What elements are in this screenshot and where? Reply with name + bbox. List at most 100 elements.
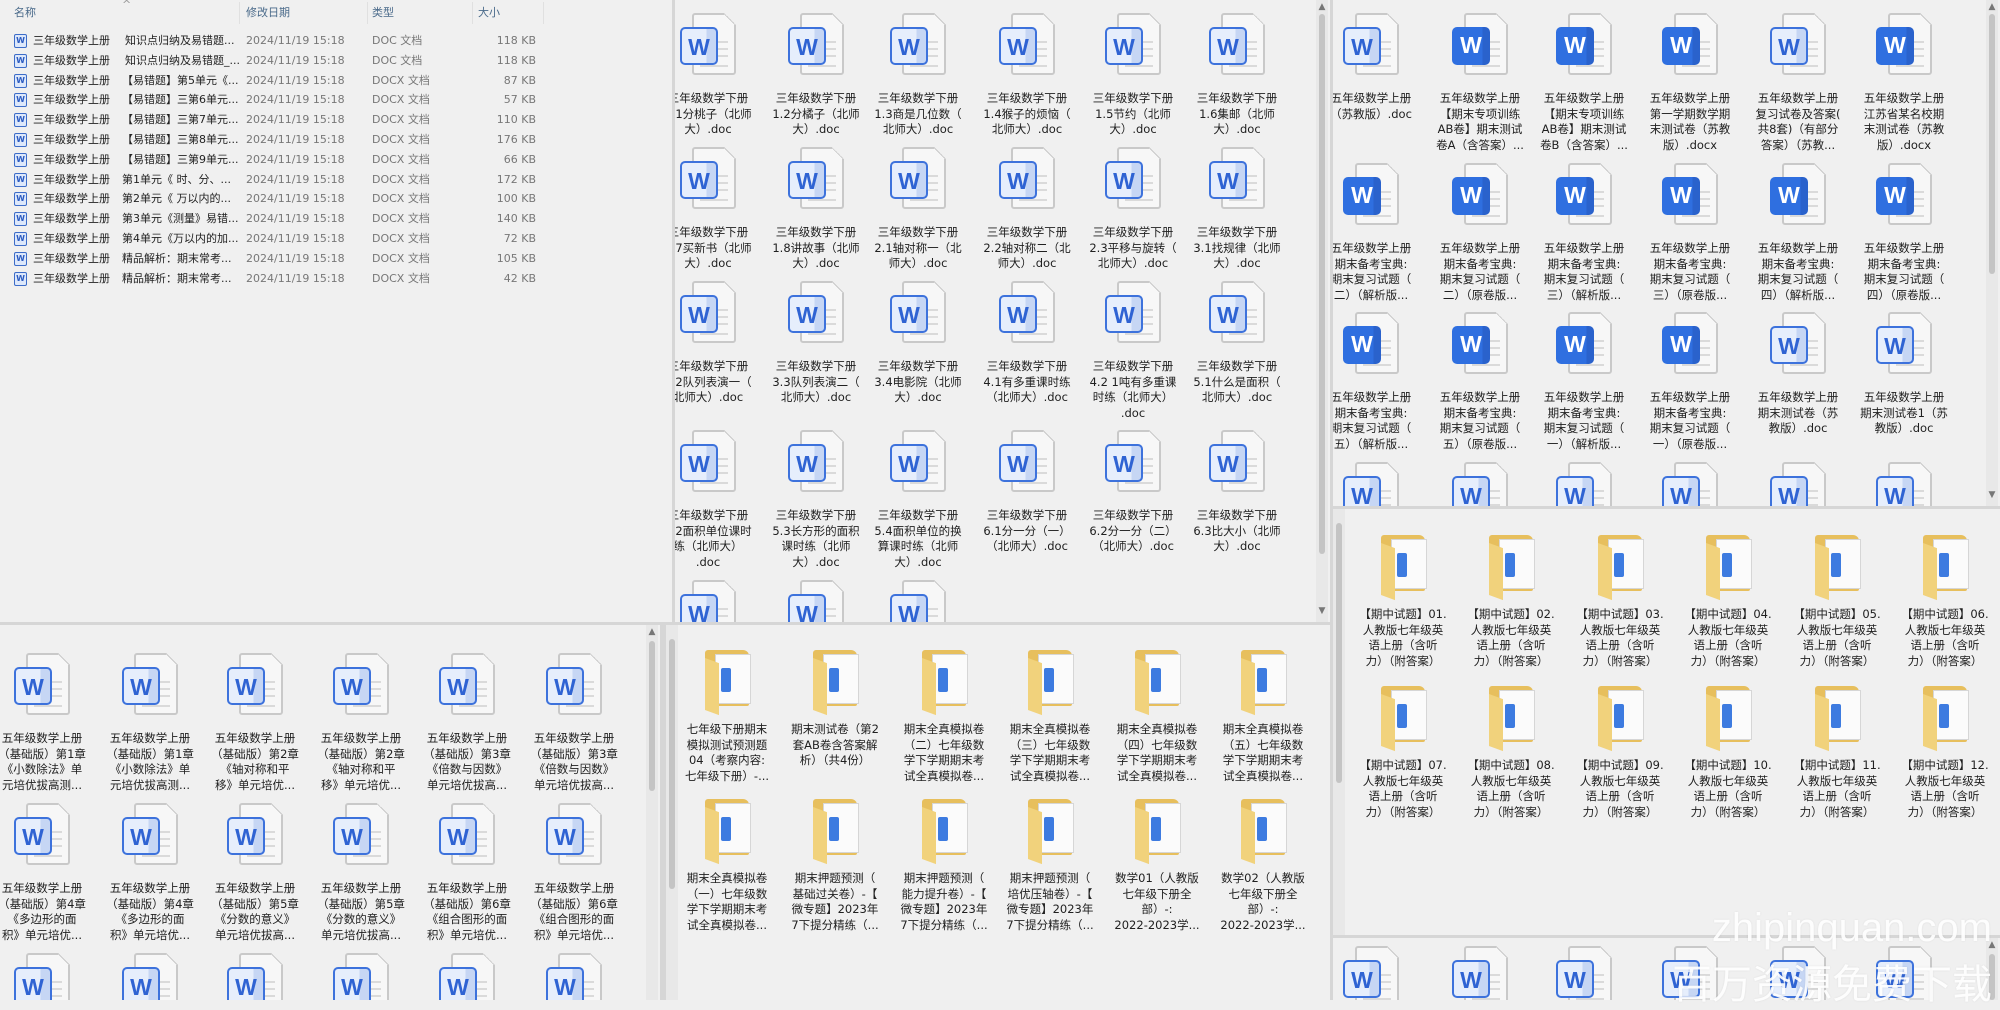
file-item[interactable]: W 五年级数学上册 （基础版）第6章 《组合图形的面 积》单元培优... [414,803,520,943]
vertical-scrollbar[interactable] [666,625,678,1000]
file-item[interactable]: W [414,953,520,1000]
scrollbar-thumb[interactable] [1336,523,1342,783]
file-item[interactable]: W 五年级数学上册 期末备考宝典: 期末复习试题（ 二）（原卷版... [1427,163,1533,303]
folder-item[interactable]: 【期中试题】10. 人教版七年级英 语上册（含听 力）（附答案） [1675,680,1781,820]
file-item[interactable]: W 三年级数学下册 6.1分一分（一） （北师大）.doc [974,430,1080,555]
file-item[interactable]: W 三年级数学下册 5.3长方形的面积 课时练（北师 大）.doc [763,430,869,570]
file-item[interactable]: W 五年级数学上册 期末备考宝典: 期末复习试题（ 一）（解析版... [1531,312,1637,452]
scrollbar-thumb[interactable] [669,639,675,889]
file-item[interactable]: W 五年级数学上册 期末测试卷1（苏 教版）.doc [1851,312,1957,437]
file-item[interactable]: W 五年级数学上册 江苏省某名校期 末测试卷（苏教 版）.docx [1851,13,1957,153]
folder-item[interactable]: 期末全真模拟卷 （二）七年级数 学下学期期末考 试全真模拟卷... [891,644,997,784]
file-item[interactable]: W 三年级数学下册 2.1轴对称一（北 师大）.doc [865,147,971,272]
folder-item[interactable]: 【期中试题】09. 人教版七年级英 语上册（含听 力）（附答案） [1567,680,1673,820]
file-row[interactable]: W 三年级数学上册 第1单元《 时、分、... 2024/11/19 15:18 DOC… [0,170,560,189]
folder-item[interactable]: 【期中试题】07. 人教版七年级英 语上册（含听 力）（附答案） [1350,680,1456,820]
file-row[interactable]: W 三年级数学上册 【易错题】三第6单元... 2024/11/19 15:18 DOC… [0,90,560,109]
file-row[interactable]: W 三年级数学上册 【易错题】三第9单元... 2024/11/19 15:18 DOC… [0,150,560,169]
file-item[interactable]: W 三年级数学下册 3.2队列表演一（ 北师大）.doc [675,281,761,406]
file-item[interactable]: W 三年级数学下册 1.1分桃子（北师 大）.doc [675,13,761,138]
file-item[interactable]: W 五年级数学上册 期末备考宝典: 期末复习试题（ 三）（解析版... [1531,163,1637,303]
folder-item[interactable]: 期末全真模拟卷 （五）七年级数 学下学期期末考 试全真模拟卷... [1210,644,1316,784]
file-row[interactable]: W 三年级数学上册 第3单元《测量》易错... 2024/11/19 15:18 DOC… [0,209,560,228]
folder-item[interactable]: 期末全真模拟卷 （一）七年级数 学下学期期末考 试全真模拟卷... [678,793,780,933]
file-row[interactable]: W 三年级数学上册 精品解析：期末常考... 2024/11/19 15:18 DOCX… [0,249,560,268]
folder-item[interactable]: 【期中试题】03. 人教版七年级英 语上册（含听 力）（附答案） [1567,529,1673,669]
folder-item[interactable]: 【期中试题】12. 人教版七年级英 语上册（含听 力）（附答案） [1892,680,1998,820]
vertical-scrollbar[interactable]: ▲ ▼ [1316,0,1328,622]
file-item[interactable]: W [0,953,95,1000]
file-item[interactable]: W [675,580,761,622]
file-item[interactable]: W [97,953,203,1000]
file-item[interactable]: W 五年级数学上册 期末备考宝典: 期末复习试题（ 三）（原卷版... [1637,163,1743,303]
file-item[interactable]: W 三年级数学下册 5.1什么是面积（ 北师大）.doc [1184,281,1290,406]
folder-item[interactable]: 七年级下册期末 模拟测试预测题 04（考察内容: 七年级下册）-... [678,644,780,784]
file-item[interactable]: W 五年级数学上册 （基础版）第1章 《小数除法》单 元培优拔高测... [97,653,203,793]
file-item[interactable]: W 三年级数学下册 3.4电影院（北师 大）.doc [865,281,971,406]
file-item[interactable]: W 五年级数学上册 期末备考宝典: 期末复习试题（ 一）（原卷版... [1637,312,1743,452]
column-divider[interactable] [239,2,240,24]
file-item[interactable]: W 三年级数学下册 3.1找规律（北师 大）.doc [1184,147,1290,272]
scroll-up-icon[interactable]: ▲ [1986,2,1998,12]
file-item[interactable]: W 五年级数学上册 期末备考宝典: 期末复习试题（ 四）（解析版... [1745,163,1851,303]
folder-item[interactable]: 期末测试卷（第2 套AB卷含答案解 析）（共4份） [782,644,888,769]
file-item[interactable]: W 三年级数学下册 4.1有多重课时练 （北师大）.doc [974,281,1080,406]
column-header-type[interactable]: 类型 [372,0,394,26]
file-item[interactable]: W 五年级数学上册 期末备考宝典: 期末复习试题（ 五）（解析版... [1333,312,1424,452]
file-item[interactable]: W 三年级数学下册 1.3商是几位数（ 北师大）.doc [865,13,971,138]
file-item[interactable]: W [763,580,869,622]
folder-item[interactable]: 期末全真模拟卷 （四）七年级数 学下学期期末考 试全真模拟卷... [1104,644,1210,784]
column-header-name[interactable]: 名称 [14,0,36,26]
file-item[interactable]: W 五年级数学上册 （基础版）第5章 《分数的意义》 单元培优拔高... [202,803,308,943]
folder-item[interactable]: 数学01（人教版 七年级下册全 部）-: 2022-2023学... [1104,793,1210,933]
file-item[interactable]: W 五年级数学上册 期末测试卷（苏 教版）.doc [1745,312,1851,437]
file-item[interactable]: W 三年级数学下册 1.4猴子的烦恼（ 北师大）.doc [974,13,1080,138]
column-header-size[interactable]: 大小 [478,0,500,26]
file-item[interactable]: W 五年级数学上册 （基础版）第5章 《分数的意义》 单元培优拔高... [308,803,414,943]
scroll-down-icon[interactable]: ▼ [1986,490,1998,500]
folder-item[interactable]: 【期中试题】05. 人教版七年级英 语上册（含听 力）（附答案） [1784,529,1890,669]
file-item[interactable]: W 五年级数学上册 期末备考宝典: 期末复习试题（ 四）（原卷版... [1851,163,1957,303]
file-item[interactable]: W [1427,462,1533,506]
file-item[interactable]: W 五年级数学上册 （基础版）第2章 《轴对称和平 移》单元培优... [308,653,414,793]
file-item[interactable]: W 三年级数学下册 1.8讲故事（北师 大）.doc [763,147,869,272]
file-item[interactable]: W 三年级数学下册 1.6集邮（北师 大）.doc [1184,13,1290,138]
file-item[interactable]: W 三年级数学下册 3.3队列表演二（ 北师大）.doc [763,281,869,406]
file-item[interactable]: W 三年级数学下册 1.5节约（北师 大）.doc [1080,13,1186,138]
file-item[interactable]: W 五年级数学上册 （基础版）第3章 《倍数与因数》 单元培优拔高... [414,653,520,793]
file-item[interactable]: W 五年级数学上册 复习试卷及答案( 共8套)（有部分 答案）（苏教... [1745,13,1851,153]
scrollbar-thumb[interactable] [1989,14,1995,274]
file-item[interactable]: W 三年级数学下册 5.4面积单位的换 算课时练（北师 大）.doc [865,430,971,570]
file-item[interactable]: W [521,953,627,1000]
file-item[interactable]: W [1333,462,1424,506]
file-item[interactable]: W [865,580,971,622]
vertical-scrollbar[interactable]: ▲ ▼ [1986,0,1998,506]
file-item[interactable]: W 三年级数学下册 2.2轴对称二（北 师大）.doc [974,147,1080,272]
folder-item[interactable]: 期末押题预测（ 基础过关卷）-【 微专题】2023年 7下提分精练（... [782,793,888,933]
file-item[interactable]: W [1427,946,1533,1000]
folder-item[interactable]: 数学02（人教版 七年级下册全 部）-: 2022-2023学... [1210,793,1316,933]
file-item[interactable]: W [1333,946,1424,1000]
file-item[interactable]: W [202,953,308,1000]
file-row[interactable]: W 三年级数学上册 第4单元《万以内的加... 2024/11/19 15:18 DOC… [0,229,560,248]
file-item[interactable]: W 五年级数学上册 期末备考宝典: 期末复习试题（ 五）（原卷版... [1427,312,1533,452]
folder-item[interactable]: 期末押题预测（ 培优压轴卷）-【 微专题】2023年 7下提分精练（... [997,793,1103,933]
scroll-down-icon[interactable]: ▼ [1316,606,1328,616]
file-row[interactable]: W 三年级数学上册 精品解析：期末常考... 2024/11/19 15:18 DOCX… [0,269,560,288]
file-item[interactable]: W 三年级数学下册 6.2分一分（二） （北师大）.doc [1080,430,1186,555]
file-item[interactable]: W 五年级数学上册 （基础版）第3章 《倍数与因数》 单元培优拔高... [521,653,627,793]
scrollbar-thumb[interactable] [649,641,655,791]
scrollbar-thumb[interactable] [1319,14,1325,554]
folder-item[interactable]: 【期中试题】02. 人教版七年级英 语上册（含听 力）（附答案） [1458,529,1564,669]
file-item[interactable]: W 五年级数学上册 （基础版）第6章 《组合图形的面 积》单元培优... [521,803,627,943]
file-item[interactable]: W [1637,462,1743,506]
file-item[interactable]: W 三年级数学下册 6.3比大小（北师 大）.doc [1184,430,1290,555]
file-item[interactable]: W 三年级数学下册 5.2面积单位课时 练（北师大） .doc [675,430,761,570]
file-item[interactable]: W 五年级数学上册 （基础版）第2章 《轴对称和平 移》单元培优... [202,653,308,793]
column-divider[interactable] [543,2,544,24]
scroll-up-icon[interactable]: ▲ [646,627,658,637]
column-divider[interactable] [367,2,368,24]
file-item[interactable]: W 五年级数学上册 期末备考宝典: 期末复习试题（ 二）（解析版... [1333,163,1424,303]
file-row[interactable]: W 三年级数学上册 知识点归纳及易错题... 2024/11/19 15:18 DOC … [0,31,560,50]
file-row[interactable]: W 三年级数学上册 知识点归纳及易错题_... 2024/11/19 15:18 DOC… [0,51,560,70]
